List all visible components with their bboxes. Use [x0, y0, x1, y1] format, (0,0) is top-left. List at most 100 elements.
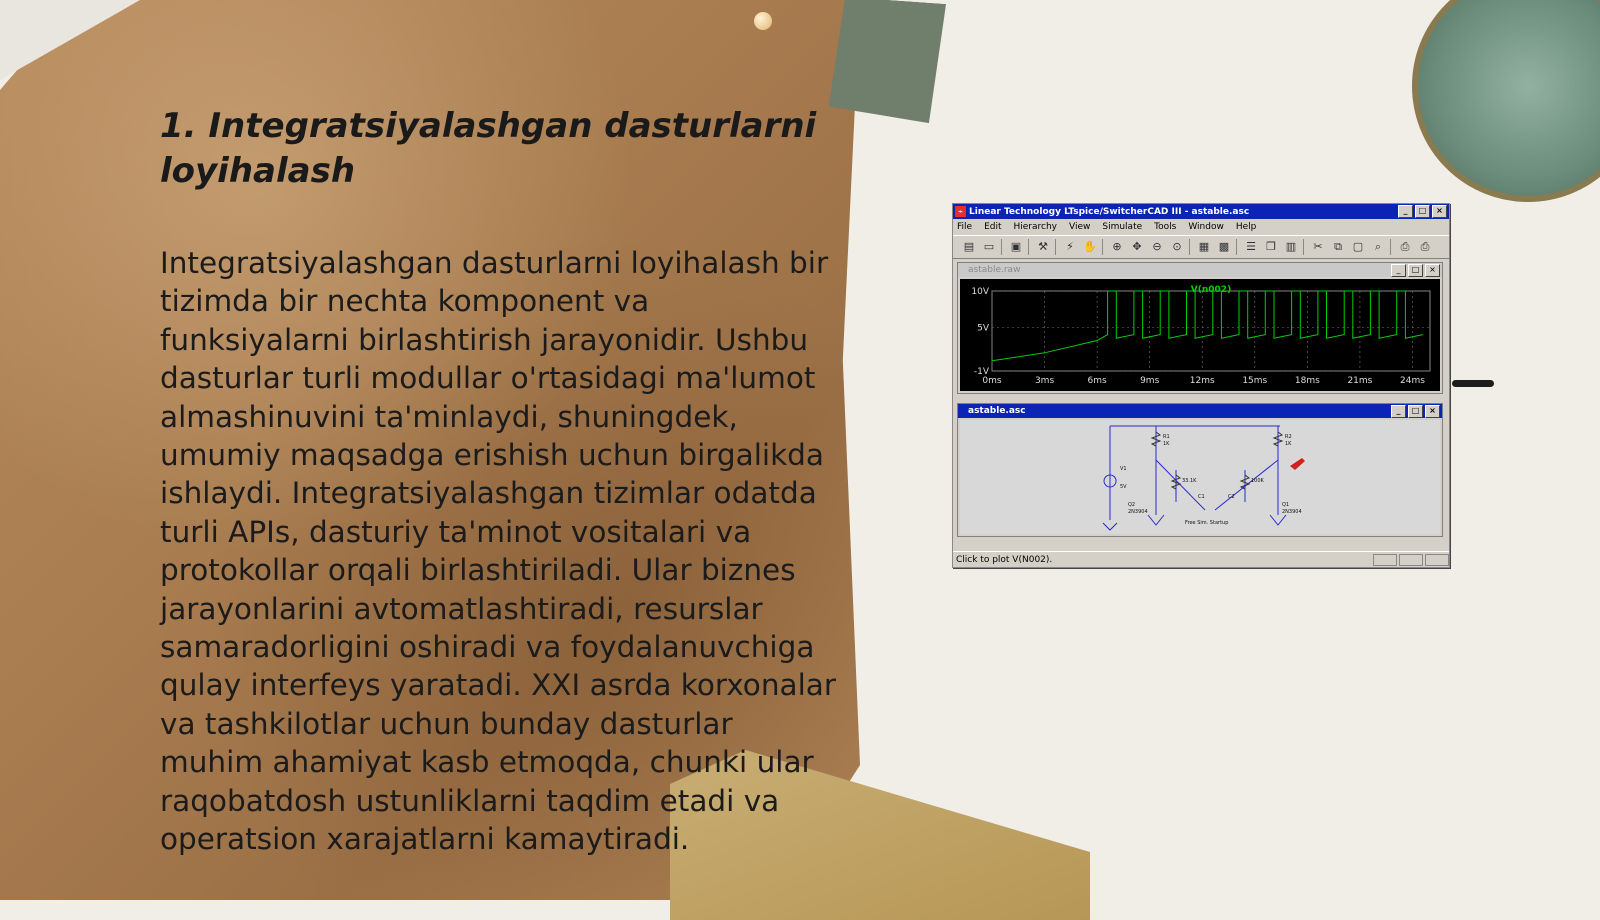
x-tick-label: 3ms	[1035, 376, 1054, 386]
astable-schematic: R1 1K R2 1K V1 5V 33.1K 100K C1 C2 Q2 2N…	[1102, 425, 1305, 531]
c2-label: C2	[1228, 494, 1235, 500]
y-tick-label: 10V	[971, 287, 989, 297]
x-tick-label: 0ms	[982, 376, 1001, 386]
v1-value: 5V	[1120, 484, 1127, 490]
schematic-maximize-button[interactable]: □	[1408, 404, 1423, 418]
halt-icon[interactable]: ✋	[1082, 239, 1098, 255]
status-panel	[1373, 553, 1397, 566]
x-tick-label: 21ms	[1347, 376, 1372, 386]
r3-value: 33.1K	[1182, 478, 1197, 484]
q1-part: 2N3904	[1282, 509, 1302, 515]
c1-label: C1	[1198, 494, 1205, 500]
plot-window-title: astable.raw	[968, 265, 1021, 275]
toolbar-separator	[1236, 239, 1237, 255]
r2-value: 1K	[1285, 441, 1292, 447]
zoom-in-icon[interactable]: ⊕	[1109, 239, 1125, 255]
green-tape-decoration	[828, 0, 946, 124]
run-icon[interactable]: ⚡	[1062, 239, 1078, 255]
q2-part: 2N3904	[1128, 509, 1148, 515]
slide-body-text: Integratsiyalashgan dasturlarni loyihala…	[160, 246, 836, 857]
status-panel	[1425, 553, 1449, 566]
plot-minimize-button[interactable]: _	[1391, 263, 1406, 277]
v1-label: V1	[1120, 466, 1127, 472]
tile-horizontal-icon[interactable]: ☰	[1243, 239, 1259, 255]
menu-edit[interactable]: Edit	[984, 222, 1001, 232]
plot-maximize-button[interactable]: □	[1408, 263, 1423, 277]
menu-file[interactable]: File	[957, 222, 972, 232]
find-icon[interactable]: ⌕	[1370, 239, 1386, 255]
control-panel-icon[interactable]: ⚒	[1035, 239, 1051, 255]
window-titlebar[interactable]: ⌁ Linear Technology LTspice/SwitcherCAD …	[953, 204, 1449, 219]
r4-value: 100K	[1251, 478, 1265, 484]
status-panel	[1399, 553, 1423, 566]
copy-icon[interactable]: ⧉	[1330, 239, 1346, 255]
plot-close-button[interactable]: ×	[1425, 263, 1440, 277]
grid-icon[interactable]: ▩	[1216, 239, 1232, 255]
menu-view[interactable]: View	[1069, 222, 1090, 232]
toolbar-separator	[1102, 239, 1103, 255]
probe-cursor-icon	[1290, 458, 1305, 470]
ltspice-window: ⌁ Linear Technology LTspice/SwitcherCAD …	[952, 203, 1450, 568]
plot-window-titlebar[interactable]: astable.raw _ □ ×	[958, 263, 1442, 277]
save-icon[interactable]: ▣	[1008, 239, 1024, 255]
toolbar-separator	[1028, 239, 1029, 255]
close-button[interactable]: ×	[1432, 205, 1447, 218]
schematic-minimize-button[interactable]: _	[1391, 404, 1406, 418]
print-setup-icon[interactable]: ⎙	[1397, 239, 1413, 255]
toolbar: ▤ ▭ ▣ ⚒ ⚡ ✋ ⊕ ✥ ⊖ ⊙ ▦ ▩ ☰ ❐ ▥ ✂ ⧉ ▢ ⌕ ⎙ …	[953, 235, 1449, 259]
schematic-window: astable.asc _ □ × R1 1K R2 1K V1 5V 33.1…	[957, 403, 1443, 537]
toolbar-separator	[1055, 239, 1056, 255]
autorange-icon[interactable]: ▦	[1196, 239, 1212, 255]
toolbar-separator	[1001, 239, 1002, 255]
zoom-out-icon[interactable]: ⊖	[1149, 239, 1165, 255]
toolbar-separator	[1390, 239, 1391, 255]
clock-decoration	[1412, 0, 1600, 202]
schematic-close-button[interactable]: ×	[1425, 404, 1440, 418]
plot-window: astable.raw _ □ × 10V 5V -1V 0ms 3ms 6ms 9ms 12…	[957, 262, 1443, 394]
slide-title: 1. Integratsiyalashgan dasturlarni loyih…	[160, 106, 817, 191]
waveform-plot-area[interactable]: 10V 5V -1V 0ms 3ms 6ms 9ms 12ms 15ms 18ms 21ms 24ms…	[960, 279, 1440, 391]
menu-tools[interactable]: Tools	[1154, 222, 1176, 232]
pin-decoration	[754, 12, 772, 30]
tile-vertical-icon[interactable]: ▥	[1283, 239, 1299, 255]
menu-hierarchy[interactable]: Hierarchy	[1014, 222, 1058, 232]
minimize-button[interactable]: _	[1398, 205, 1413, 218]
r1-label: R1	[1163, 434, 1170, 440]
maximize-button[interactable]: □	[1415, 205, 1430, 218]
ink-mark-decoration	[1452, 380, 1494, 387]
pan-icon[interactable]: ✥	[1129, 239, 1145, 255]
x-tick-label: 18ms	[1295, 376, 1320, 386]
menu-window[interactable]: Window	[1188, 222, 1224, 232]
paste-icon[interactable]: ▢	[1350, 239, 1366, 255]
menu-bar: File Edit Hierarchy View Simulate Tools …	[953, 219, 1449, 235]
q1-label: Q1	[1282, 502, 1289, 508]
r2-label: R2	[1285, 434, 1292, 440]
schematic-window-title: astable.asc	[968, 406, 1026, 416]
y-tick-label: 5V	[977, 323, 990, 333]
series-line-v-n002	[991, 290, 1424, 362]
schematic-caption: Free Sim. Startup	[1185, 520, 1228, 526]
series-label: V(n002)	[1191, 285, 1231, 295]
schematic-window-titlebar[interactable]: astable.asc _ □ ×	[958, 404, 1442, 418]
zoom-fit-icon[interactable]: ⊙	[1169, 239, 1185, 255]
open-folder-icon[interactable]: ▭	[981, 239, 997, 255]
menu-simulate[interactable]: Simulate	[1102, 222, 1142, 232]
x-tick-label: 12ms	[1190, 376, 1215, 386]
r1-value: 1K	[1163, 441, 1170, 447]
x-tick-label: 9ms	[1140, 376, 1159, 386]
toolbar-separator	[1303, 239, 1304, 255]
schematic-canvas[interactable]: R1 1K R2 1K V1 5V 33.1K 100K C1 C2 Q2 2N…	[960, 420, 1440, 534]
waveform-chart: 10V5V-1V0ms 3ms 6ms 9ms 12ms 15ms 18ms 21ms 24ms…	[971, 285, 1431, 386]
ltspice-app-icon: ⌁	[955, 206, 966, 217]
menu-help[interactable]: Help	[1236, 222, 1257, 232]
plot-frame	[991, 290, 1431, 372]
print-icon[interactable]: ⎙	[1417, 239, 1433, 255]
cut-icon[interactable]: ✂	[1310, 239, 1326, 255]
window-title: Linear Technology LTspice/SwitcherCAD II…	[969, 206, 1250, 217]
status-text: Click to plot V(N002).	[956, 554, 1053, 565]
x-tick-label: 15ms	[1242, 376, 1267, 386]
status-bar: Click to plot V(N002).	[953, 551, 1449, 567]
cascade-icon[interactable]: ❐	[1263, 239, 1279, 255]
new-schematic-icon[interactable]: ▤	[961, 239, 977, 255]
toolbar-separator	[1189, 239, 1190, 255]
